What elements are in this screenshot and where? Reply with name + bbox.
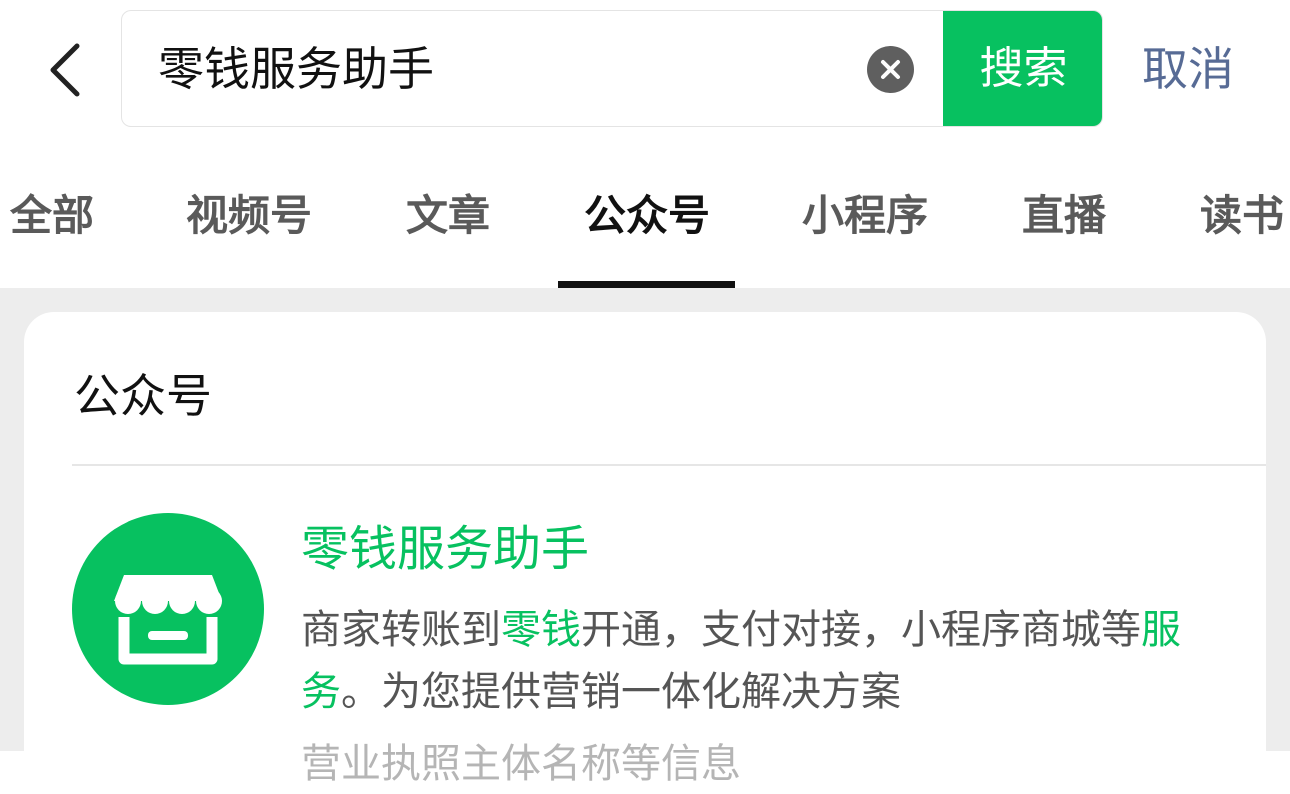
tab-official-accounts[interactable]: 公众号 xyxy=(584,188,710,244)
desc-text: 开通，支付对接，小程序商城等 xyxy=(581,607,1141,653)
active-tab-indicator xyxy=(558,281,735,288)
cancel-button[interactable]: 取消 xyxy=(1142,36,1234,102)
tab-live[interactable]: 直播 xyxy=(1022,188,1106,244)
search-query-text: 零钱服务助手 xyxy=(158,42,434,96)
back-chevron-left-icon[interactable] xyxy=(44,42,88,98)
desc-highlight: 零钱 xyxy=(501,607,581,653)
desc-text: 。为您提供营销一体化解决方案 xyxy=(341,669,901,715)
search-input[interactable]: 零钱服务助手 搜索 xyxy=(121,10,1103,127)
tab-reading[interactable]: 读书 xyxy=(1200,188,1284,244)
tab-channels[interactable]: 视频号 xyxy=(186,188,312,244)
clear-icon[interactable] xyxy=(867,46,914,93)
tab-all[interactable]: 全部 xyxy=(10,188,94,244)
desc-text: 商家转账到 xyxy=(301,607,501,653)
tab-mini-programs[interactable]: 小程序 xyxy=(802,188,928,244)
search-button[interactable]: 搜索 xyxy=(943,11,1102,126)
account-name: 零钱服务助手 xyxy=(301,521,590,577)
tab-articles[interactable]: 文章 xyxy=(406,188,490,244)
account-extra-info: 营业执照主体名称等信息 xyxy=(301,741,741,787)
account-description: 商家转账到零钱开通，支付对接，小程序商城等服务。为您提供营销一体化解决方案 xyxy=(301,599,1231,723)
category-tabs: 全部 视频号 文章 公众号 小程序 直播 读书 xyxy=(0,140,1290,288)
official-accounts-card: 公众号 零钱服务助手 商家转账到零钱开通，支付对接，小程序商城等服务。为您提供营… xyxy=(24,312,1266,787)
search-bar: 零钱服务助手 搜索 取消 xyxy=(0,0,1290,140)
storefront-icon xyxy=(114,575,222,665)
account-avatar xyxy=(72,513,264,705)
section-divider xyxy=(72,464,1266,466)
section-title: 公众号 xyxy=(74,369,212,423)
